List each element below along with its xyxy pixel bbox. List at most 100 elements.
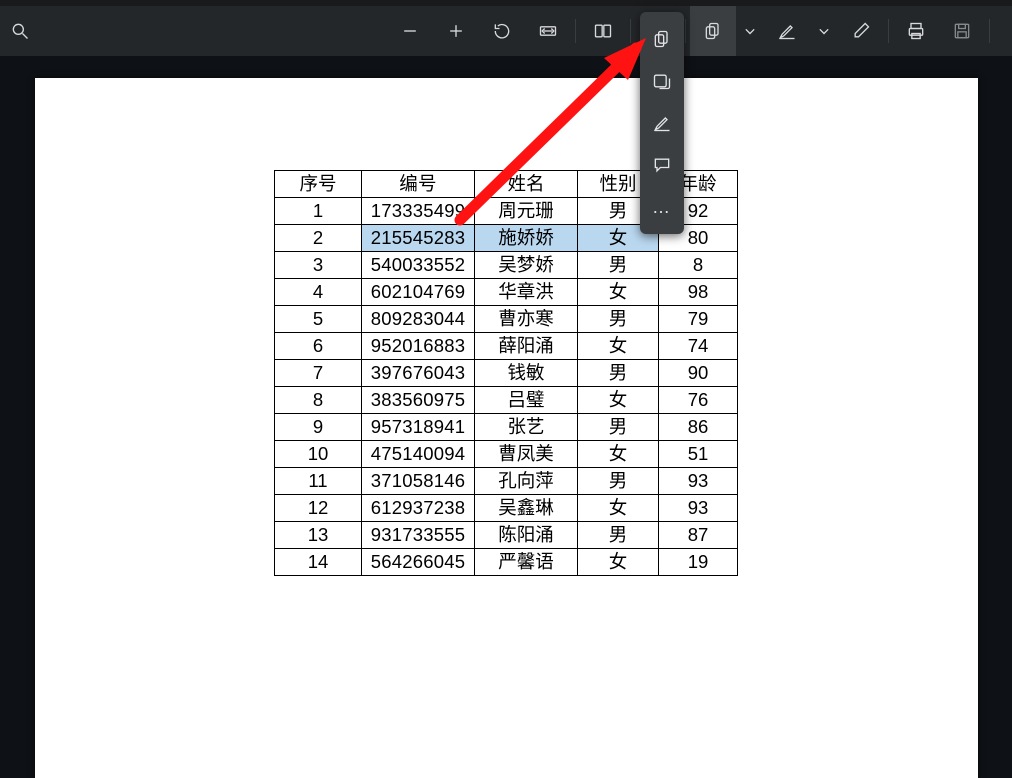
rotate-button[interactable] bbox=[479, 6, 525, 56]
table-row[interactable]: 4602104769华章洪女98 bbox=[275, 279, 738, 306]
table-cell: 4 bbox=[275, 279, 362, 306]
table-cell: 11 bbox=[275, 468, 362, 495]
table-cell: 564266045 bbox=[362, 549, 475, 576]
table-row[interactable]: 13931733555陈阳涌男87 bbox=[275, 522, 738, 549]
table-cell: 6 bbox=[275, 333, 362, 360]
table-cell: 钱敏 bbox=[475, 360, 578, 387]
toolbar-more-button[interactable] bbox=[994, 6, 1012, 56]
table-cell: 90 bbox=[659, 360, 738, 387]
table-cell: 86 bbox=[659, 414, 738, 441]
table-cell: 8 bbox=[659, 252, 738, 279]
document-viewport[interactable]: 序号 编号 姓名 性别 年龄 1173335499周元珊男92221554528… bbox=[0, 56, 1012, 567]
table-row[interactable]: 12612937238吴鑫琳女93 bbox=[275, 495, 738, 522]
table-cell: 2 bbox=[275, 225, 362, 252]
table-row[interactable]: 5809283044曹亦寒男79 bbox=[275, 306, 738, 333]
copy-dropdown-button[interactable] bbox=[690, 6, 736, 56]
table-cell: 93 bbox=[659, 468, 738, 495]
table-cell: 施娇娇 bbox=[475, 225, 578, 252]
table-cell: 吕璧 bbox=[475, 387, 578, 414]
table-cell: 5 bbox=[275, 306, 362, 333]
table-cell: 475140094 bbox=[362, 441, 475, 468]
table-cell: 98 bbox=[659, 279, 738, 306]
table-cell: 602104769 bbox=[362, 279, 475, 306]
table-cell: 男 bbox=[578, 522, 659, 549]
table-cell: 9 bbox=[275, 414, 362, 441]
page-view-button[interactable] bbox=[580, 6, 626, 56]
table-cell: 12 bbox=[275, 495, 362, 522]
table-cell: 952016883 bbox=[362, 333, 475, 360]
table-cell: 51 bbox=[659, 441, 738, 468]
table-cell: 93 bbox=[659, 495, 738, 522]
table-cell: 215545283 bbox=[362, 225, 475, 252]
toolbar-right-group: A bbox=[387, 6, 1012, 56]
table-cell: 周元珊 bbox=[475, 198, 578, 225]
table-cell: 79 bbox=[659, 306, 738, 333]
table-cell: 612937238 bbox=[362, 495, 475, 522]
table-cell: 女 bbox=[578, 441, 659, 468]
table-cell: 397676043 bbox=[362, 360, 475, 387]
chevron-down-icon[interactable] bbox=[736, 6, 764, 56]
table-cell: 陈阳涌 bbox=[475, 522, 578, 549]
col-header: 序号 bbox=[275, 171, 362, 198]
table-cell: 8 bbox=[275, 387, 362, 414]
table-row[interactable]: 9957318941张艺男86 bbox=[275, 414, 738, 441]
table-cell: 931733555 bbox=[362, 522, 475, 549]
table-row[interactable]: 7397676043钱敏男90 bbox=[275, 360, 738, 387]
table-cell: 薛阳涌 bbox=[475, 333, 578, 360]
table-cell: 14 bbox=[275, 549, 362, 576]
highlighter-button[interactable] bbox=[764, 6, 810, 56]
table-row[interactable]: 14564266045严馨语女19 bbox=[275, 549, 738, 576]
dropdown-item-highlight[interactable] bbox=[640, 102, 684, 144]
print-button[interactable] bbox=[893, 6, 939, 56]
table-cell: 男 bbox=[578, 414, 659, 441]
dropdown-item-more[interactable]: … bbox=[640, 186, 684, 228]
toolbar-separator bbox=[575, 19, 576, 43]
table-cell: 女 bbox=[578, 495, 659, 522]
table-cell: 男 bbox=[578, 360, 659, 387]
toolbar-separator bbox=[685, 19, 686, 43]
table-cell: 74 bbox=[659, 333, 738, 360]
document-page: 序号 编号 姓名 性别 年龄 1173335499周元珊男92221554528… bbox=[35, 78, 978, 778]
table-cell: 76 bbox=[659, 387, 738, 414]
table-cell: 严馨语 bbox=[475, 549, 578, 576]
dropdown-item-comment[interactable] bbox=[640, 144, 684, 186]
zoom-out-button[interactable] bbox=[387, 6, 433, 56]
table-cell: 曹凤美 bbox=[475, 441, 578, 468]
search-button[interactable] bbox=[0, 6, 40, 56]
table-cell: 19 bbox=[659, 549, 738, 576]
table-cell: 华章洪 bbox=[475, 279, 578, 306]
table-cell: 男 bbox=[578, 252, 659, 279]
table-cell: 383560975 bbox=[362, 387, 475, 414]
table-cell: 540033552 bbox=[362, 252, 475, 279]
table-cell: 孔向萍 bbox=[475, 468, 578, 495]
table-cell: 7 bbox=[275, 360, 362, 387]
col-header: 编号 bbox=[362, 171, 475, 198]
fit-width-button[interactable] bbox=[525, 6, 571, 56]
table-cell: 曹亦寒 bbox=[475, 306, 578, 333]
table-cell: 957318941 bbox=[362, 414, 475, 441]
table-row[interactable]: 11371058146孔向萍男93 bbox=[275, 468, 738, 495]
table-cell: 张艺 bbox=[475, 414, 578, 441]
zoom-in-button[interactable] bbox=[433, 6, 479, 56]
ellipsis-icon: … bbox=[652, 197, 672, 218]
table-cell: 女 bbox=[578, 549, 659, 576]
table-row[interactable]: 6952016883薛阳涌女74 bbox=[275, 333, 738, 360]
copy-dropdown-menu: … bbox=[640, 12, 684, 234]
table-cell: 3 bbox=[275, 252, 362, 279]
dropdown-item-select-text[interactable] bbox=[640, 60, 684, 102]
dropdown-item-copy[interactable] bbox=[640, 18, 684, 60]
table-cell: 173335499 bbox=[362, 198, 475, 225]
table-cell: 吴梦娇 bbox=[475, 252, 578, 279]
save-button[interactable] bbox=[939, 6, 985, 56]
table-row[interactable]: 10475140094曹凤美女51 bbox=[275, 441, 738, 468]
table-cell: 男 bbox=[578, 468, 659, 495]
table-row[interactable]: 3540033552吴梦娇男8 bbox=[275, 252, 738, 279]
table-row[interactable]: 8383560975吕璧女76 bbox=[275, 387, 738, 414]
toolbar-separator bbox=[989, 19, 990, 43]
eraser-button[interactable] bbox=[838, 6, 884, 56]
table-cell: 吴鑫琳 bbox=[475, 495, 578, 522]
toolbar-separator bbox=[630, 19, 631, 43]
chevron-down-icon[interactable] bbox=[810, 6, 838, 56]
table-cell: 371058146 bbox=[362, 468, 475, 495]
pdf-toolbar: A bbox=[0, 6, 1012, 56]
